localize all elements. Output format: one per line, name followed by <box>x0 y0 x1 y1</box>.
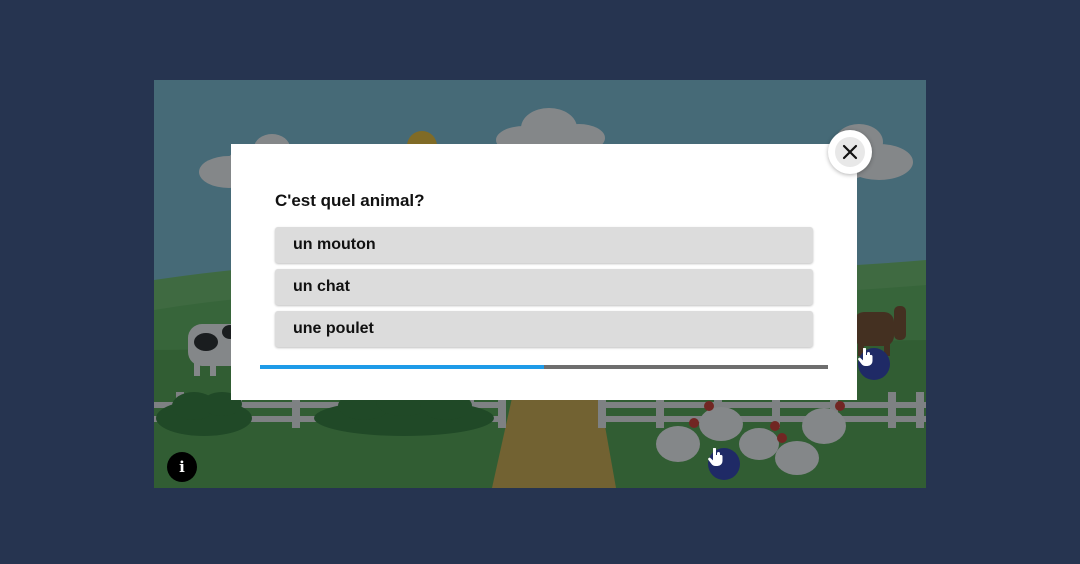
info-icon: i <box>179 458 185 476</box>
answer-option[interactable]: une poulet <box>275 311 813 347</box>
answer-options: un mouton un chat une poulet <box>275 227 813 353</box>
quiz-progress-fill <box>260 365 544 369</box>
quiz-progress-bar <box>260 365 828 369</box>
quiz-question: C'est quel animal? <box>275 191 425 210</box>
close-button-inner <box>835 137 865 167</box>
hand-pointer-icon <box>708 448 723 466</box>
hotspot-chickens[interactable] <box>708 448 740 480</box>
hotspot-horse[interactable] <box>858 348 890 380</box>
close-button[interactable] <box>828 130 872 174</box>
quiz-modal: C'est quel animal? un mouton un chat une… <box>231 144 857 400</box>
close-icon <box>842 144 858 160</box>
answer-option[interactable]: un mouton <box>275 227 813 263</box>
hand-pointer-icon <box>858 348 873 366</box>
info-button[interactable]: i <box>167 452 197 482</box>
answer-option[interactable]: un chat <box>275 269 813 305</box>
